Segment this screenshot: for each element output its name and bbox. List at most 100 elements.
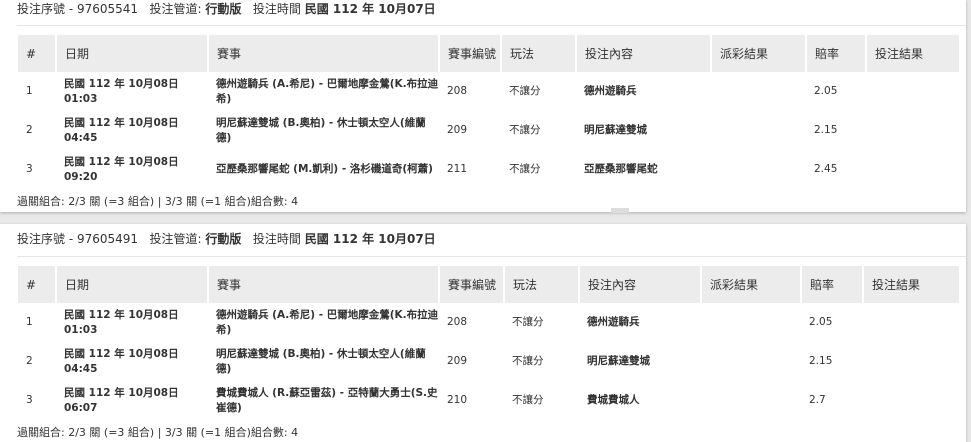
col-odds: 賠率 [806, 35, 867, 72]
cell-no: 1 [26, 85, 33, 97]
cell-no: 2 [26, 355, 33, 367]
bet-time-label: 投注時間 [252, 2, 301, 16]
cell-match: 明尼蘇達雙城 (B.奧柏) - 休士頓太空人(維蘭德) [216, 116, 426, 144]
bet-card: 投注序號 - 97605491 投注管道: 行動版 投注時間 民國 112 年 … [0, 224, 966, 442]
cell-date: 民國 112 年 10月08日 04:45 [56, 111, 208, 150]
cell-play: 不讓分 [512, 394, 544, 406]
time-text: 01:03 [64, 323, 98, 336]
cell-result [866, 72, 959, 111]
date-text: 民國 112 年 10月08日 [64, 386, 179, 399]
col-date: 日期 [56, 266, 209, 303]
date-text: 民國 112 年 10月08日 [64, 347, 179, 360]
col-pick: 投注內容 [576, 35, 712, 72]
bet-table: # 日期 賽事 賽事編號 玩法 投注內容 派彩結果 賠率 投注結果 1 民國 1… [18, 35, 959, 189]
col-payout: 派彩結果 [711, 35, 807, 72]
time-text: 06:07 [64, 401, 98, 414]
cell-match: 德州遊騎兵 (A.希尼) - 巴爾地摩金鶯(K.布拉迪希) [216, 308, 439, 336]
cell-result [863, 342, 959, 381]
col-code: 賽事編號 [439, 35, 502, 72]
cell-match: 明尼蘇達雙城 (B.奧柏) - 休士頓太空人(維蘭德) [216, 347, 426, 375]
cell-no: 2 [26, 124, 33, 136]
serial-value: 97605541 [76, 2, 139, 16]
cell-code: 211 [447, 163, 468, 175]
date-text: 民國 112 年 10月08日 [64, 77, 179, 90]
cell-result [863, 381, 959, 420]
channel-label: 投注管道: [149, 2, 202, 16]
col-code: 賽事編號 [439, 266, 505, 303]
resize-grip[interactable] [611, 208, 629, 213]
cell-play: 不讓分 [512, 355, 544, 367]
col-date: 日期 [56, 35, 209, 72]
table-header-row: # 日期 賽事 賽事編號 玩法 投注內容 派彩結果 賠率 投注結果 [18, 266, 959, 303]
col-match: 賽事 [208, 35, 440, 72]
col-play: 玩法 [501, 35, 577, 72]
serial-value: 97605491 [76, 232, 139, 246]
date-text: 民國 112 年 10月08日 [64, 308, 179, 321]
cell-result [863, 303, 959, 342]
col-no: # [18, 266, 57, 303]
bet-card: 投注序號 - 97605541 投注管道: 行動版 投注時間 民國 112 年 … [0, 0, 966, 213]
combo-summary: 過關組合: 2/3 關 (=3 組合) | 3/3 關 (=1 組合)組合數: … [17, 426, 299, 439]
channel-value: 行動版 [205, 232, 242, 246]
cell-payout [701, 342, 801, 381]
cell-code: 210 [447, 394, 468, 406]
cell-pick: 費城費城人 [587, 394, 640, 406]
table-row: 3 民國 112 年 10月08日 06:07 費城費城人 (R.蘇亞雷茲) - … [18, 381, 959, 420]
col-no: # [18, 35, 57, 72]
col-play: 玩法 [504, 266, 580, 303]
cell-odds: 2.45 [814, 163, 838, 175]
cell-play: 不讓分 [512, 316, 544, 328]
cell-code: 208 [447, 85, 468, 97]
cell-match: 德州遊騎兵 (A.希尼) - 巴爾地摩金鶯(K.布拉迪希) [216, 77, 439, 105]
cell-code: 208 [447, 316, 468, 328]
cell-play: 不讓分 [509, 124, 541, 136]
col-payout: 派彩結果 [701, 266, 802, 303]
cell-match: 亞歷桑那響尾蛇 (M.凱利) - 洛杉磯道奇(柯蕭) [216, 163, 433, 175]
cell-no: 1 [26, 316, 33, 328]
serial-label: 投注序號 [17, 2, 66, 16]
date-text: 民國 112 年 10月08日 [64, 116, 179, 129]
col-pick: 投注內容 [579, 266, 702, 303]
cell-play: 不讓分 [509, 85, 541, 97]
cell-no: 3 [26, 394, 33, 406]
cell-no: 3 [26, 163, 33, 175]
cell-pick: 德州遊騎兵 [587, 316, 640, 328]
cell-match: 費城費城人 (R.蘇亞雷茲) - 亞特蘭大勇士(S.史崔德) [216, 386, 438, 414]
cell-result [866, 150, 959, 189]
table-row: 1 民國 112 年 10月08日 01:03 德州遊騎兵 (A.希尼) - 巴爾… [18, 303, 959, 342]
cell-odds: 2.7 [809, 394, 826, 406]
cell-odds: 2.15 [814, 124, 838, 136]
table-row: 1 民國 112 年 10月08日 01:03 德州遊騎兵 (A.希尼) - 巴爾… [18, 72, 959, 111]
cell-pick: 德州遊騎兵 [584, 85, 637, 97]
cell-payout [701, 381, 801, 420]
serial-label: 投注序號 [17, 232, 66, 246]
cell-payout [711, 150, 806, 189]
cell-date: 民國 112 年 10月08日 04:45 [56, 342, 208, 381]
divider [17, 25, 966, 26]
bet-time-label: 投注時間 [252, 232, 301, 246]
cell-odds: 2.05 [809, 316, 833, 328]
col-odds: 賠率 [801, 266, 864, 303]
bet-table: # 日期 賽事 賽事編號 玩法 投注內容 派彩結果 賠率 投注結果 1 民國 1… [18, 266, 959, 420]
date-text: 民國 112 年 10月08日 [64, 155, 179, 168]
cell-payout [701, 303, 801, 342]
col-result: 投注結果 [863, 266, 959, 303]
col-match: 賽事 [208, 266, 440, 303]
cell-odds: 2.05 [814, 85, 838, 97]
col-result: 投注結果 [866, 35, 959, 72]
cell-pick: 明尼蘇達雙城 [584, 124, 647, 136]
cell-result [866, 111, 959, 150]
channel-value: 行動版 [205, 2, 242, 16]
channel-label: 投注管道: [149, 232, 202, 246]
time-text: 01:03 [64, 92, 98, 105]
cell-date: 民國 112 年 10月08日 09:20 [56, 150, 208, 189]
table-row: 2 民國 112 年 10月08日 04:45 明尼蘇達雙城 (B.奧柏) - 休… [18, 111, 959, 150]
cell-odds: 2.15 [809, 355, 833, 367]
cell-play: 不讓分 [509, 163, 541, 175]
cell-code: 209 [447, 124, 468, 136]
bet-header: 投注序號 - 97605491 投注管道: 行動版 投注時間 民國 112 年 … [17, 232, 436, 246]
cell-date: 民國 112 年 10月08日 01:03 [56, 72, 208, 111]
table-row: 2 民國 112 年 10月08日 04:45 明尼蘇達雙城 (B.奧柏) - 休… [18, 342, 959, 381]
table-row: 3 民國 112 年 10月08日 09:20 亞歷桑那響尾蛇 (M.凱利) - … [18, 150, 959, 189]
bet-header: 投注序號 - 97605541 投注管道: 行動版 投注時間 民國 112 年 … [17, 2, 436, 16]
